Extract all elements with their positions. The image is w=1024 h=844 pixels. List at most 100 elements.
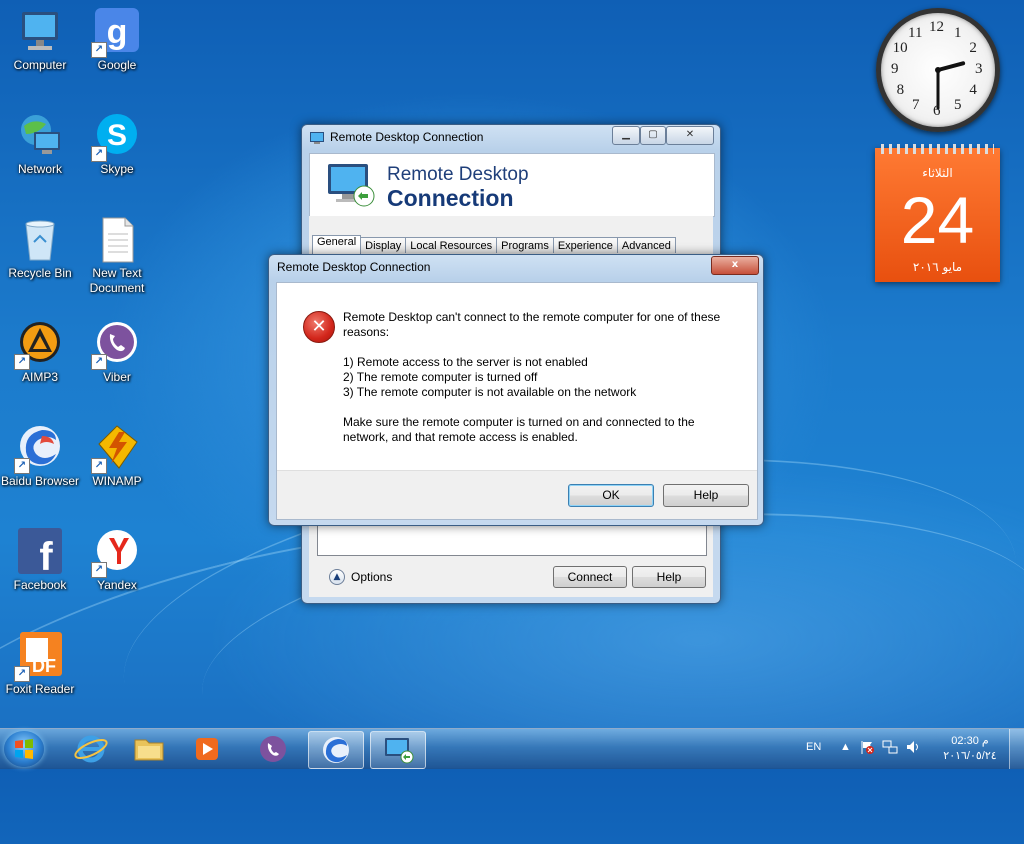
rdc-app-icon — [310, 132, 324, 144]
desktop-icon-label: Recycle Bin — [8, 266, 72, 280]
taskbar-explorer[interactable] — [122, 731, 176, 767]
connect-button[interactable]: Connect — [553, 566, 627, 588]
shortcut-arrow-icon: ↗ — [91, 354, 107, 370]
options-toggle[interactable]: Options — [351, 570, 392, 584]
volume-icon[interactable] — [905, 739, 921, 758]
show-hidden-icons-chevron-icon[interactable]: ▲ — [840, 741, 851, 753]
folder-icon — [134, 739, 164, 761]
ok-button[interactable]: OK — [568, 484, 654, 507]
desktop-icon-baidu-browser[interactable]: ↗ Baidu Browser — [0, 424, 80, 489]
desktop-icon-foxit-reader[interactable]: DF ↗ Foxit Reader — [0, 632, 80, 697]
shortcut-arrow-icon: ↗ — [14, 354, 30, 370]
desktop-icon-label: Skype — [100, 162, 134, 176]
shortcut-arrow-icon: ↗ — [91, 562, 107, 578]
clock-gadget[interactable]: 12 1 2 3 4 5 6 7 8 9 10 11 — [876, 8, 1000, 132]
error-reason-2: 2) The remote computer is turned off — [343, 370, 538, 384]
windows-logo-icon — [15, 739, 33, 759]
remote-desktop-icon — [328, 164, 375, 207]
tray-date[interactable]: ٢٠١٦/٠٥/٢٤ — [935, 749, 1005, 762]
tab-local-resources[interactable]: Local Resources — [405, 237, 498, 253]
desktop-icon-winamp[interactable]: ↗ WINAMP — [77, 424, 157, 489]
banner-line1: Remote Desktop — [387, 164, 529, 185]
error-advice: Make sure the remote computer is turned … — [343, 415, 695, 444]
shortcut-arrow-icon: ↗ — [91, 146, 107, 162]
show-desktop-button[interactable] — [1009, 729, 1024, 769]
error-reason-1: 1) Remote access to the server is not en… — [343, 355, 588, 369]
desktop-icon-network[interactable]: Network — [0, 112, 80, 177]
tab-display[interactable]: Display — [360, 237, 407, 253]
svg-text:DF: DF — [32, 656, 56, 676]
tray-time[interactable]: 02:30 م — [940, 734, 1000, 747]
calendar-rings — [881, 144, 994, 154]
tab-advanced[interactable]: Advanced — [616, 237, 676, 253]
network-tray-icon[interactable] — [882, 739, 898, 758]
minimize-button[interactable]: ▁ — [612, 126, 640, 145]
language-indicator[interactable]: EN — [806, 741, 821, 753]
desktop-icon-new-text-document[interactable]: New Text Document — [77, 216, 157, 296]
clock-numeral: 5 — [954, 97, 962, 114]
clock-numeral: 2 — [969, 40, 977, 56]
shortcut-arrow-icon: ↗ — [14, 458, 30, 474]
desktop-icon-yandex[interactable]: ↗ Yandex — [77, 528, 157, 593]
tab-general[interactable]: General — [312, 235, 362, 254]
clock-numeral: 3 — [975, 61, 983, 77]
internet-explorer-icon — [74, 735, 108, 763]
tab-experience[interactable]: Experience — [552, 237, 618, 253]
close-button[interactable]: ✕ — [666, 126, 714, 145]
dialog-footer: OK Help — [277, 470, 757, 519]
taskbar-viber[interactable] — [246, 731, 300, 767]
desktop-icon-label: Foxit Reader — [5, 682, 75, 696]
clock-hour-hand — [936, 61, 966, 72]
winamp-icon: ↗ — [91, 424, 141, 474]
viber-icon — [260, 736, 286, 762]
desktop-icon-label: Yandex — [97, 578, 137, 592]
text-document-icon — [93, 216, 141, 264]
desktop-icon-viber[interactable]: ↗ Viber — [77, 320, 157, 385]
clock-numeral: 10 — [892, 40, 908, 56]
viber-icon: ↗ — [91, 320, 141, 370]
maximize-button[interactable]: ▢ — [640, 126, 666, 145]
calendar-weekday: الثلاثاء — [922, 166, 953, 180]
tab-strip: General Display Local Resources Programs… — [312, 235, 676, 255]
yandex-icon: ↗ — [91, 528, 141, 578]
desktop-icon-label: Computer — [13, 58, 67, 72]
start-button[interactable] — [4, 731, 44, 767]
calendar-gadget[interactable]: الثلاثاء 24 مايو ٢٠١٦ — [875, 144, 1000, 282]
desktop-icon-label: Google — [97, 58, 137, 72]
desktop-icon-label: Viber — [103, 370, 131, 384]
dialog-close-button[interactable]: x — [711, 256, 759, 275]
clock-numeral: 8 — [896, 82, 905, 98]
banner-line2: Connection — [387, 185, 514, 211]
svg-text:g: g — [107, 13, 128, 51]
desktop-icon-aimp3[interactable]: ↗ AIMP3 — [0, 320, 80, 385]
foxit-reader-icon: DF ↗ — [14, 632, 64, 682]
desktop-icon-google[interactable]: g ↗ Google — [77, 8, 157, 73]
calendar-day: 24 — [900, 183, 975, 257]
dialog-help-button[interactable]: Help — [663, 484, 749, 507]
desktop-icon-label: Facebook — [13, 578, 67, 592]
tab-programs[interactable]: Programs — [496, 237, 554, 253]
desktop-icon-skype[interactable]: S ↗ Skype — [77, 112, 157, 177]
taskbar-media-player[interactable] — [180, 731, 234, 767]
desktop-icon-facebook[interactable]: f Facebook — [0, 528, 80, 593]
error-dialog[interactable]: Remote Desktop Connection x ✕ Remote Des… — [268, 254, 764, 526]
desktop-icon-recycle-bin[interactable]: Recycle Bin — [0, 216, 80, 281]
action-center-flag-icon[interactable] — [860, 739, 874, 758]
baidu-browser-icon: ↗ — [14, 424, 64, 474]
facebook-icon: f — [16, 528, 64, 579]
aimp-icon: ↗ — [14, 320, 64, 370]
desktop-icon-computer[interactable]: Computer — [0, 8, 80, 73]
taskbar-ie[interactable] — [64, 731, 118, 767]
taskbar-baidu-browser[interactable] — [308, 731, 364, 769]
clock-numeral: 12 — [929, 19, 944, 35]
rdc-help-button[interactable]: Help — [632, 566, 706, 588]
options-chevron-icon[interactable]: ▲ — [329, 569, 345, 585]
google-icon: g ↗ — [91, 8, 141, 58]
rdc-settings-panel — [317, 521, 707, 556]
baidu-browser-icon — [323, 737, 349, 763]
desktop-icon-label: AIMP3 — [21, 370, 58, 384]
desktop-icon-label: Network — [17, 162, 62, 176]
clock-numeral: 7 — [912, 97, 920, 114]
taskbar: EN ▲ 02:30 م ٢٠١٦/٠٥/٢٤ — [0, 728, 1024, 769]
taskbar-remote-desktop[interactable] — [370, 731, 426, 769]
